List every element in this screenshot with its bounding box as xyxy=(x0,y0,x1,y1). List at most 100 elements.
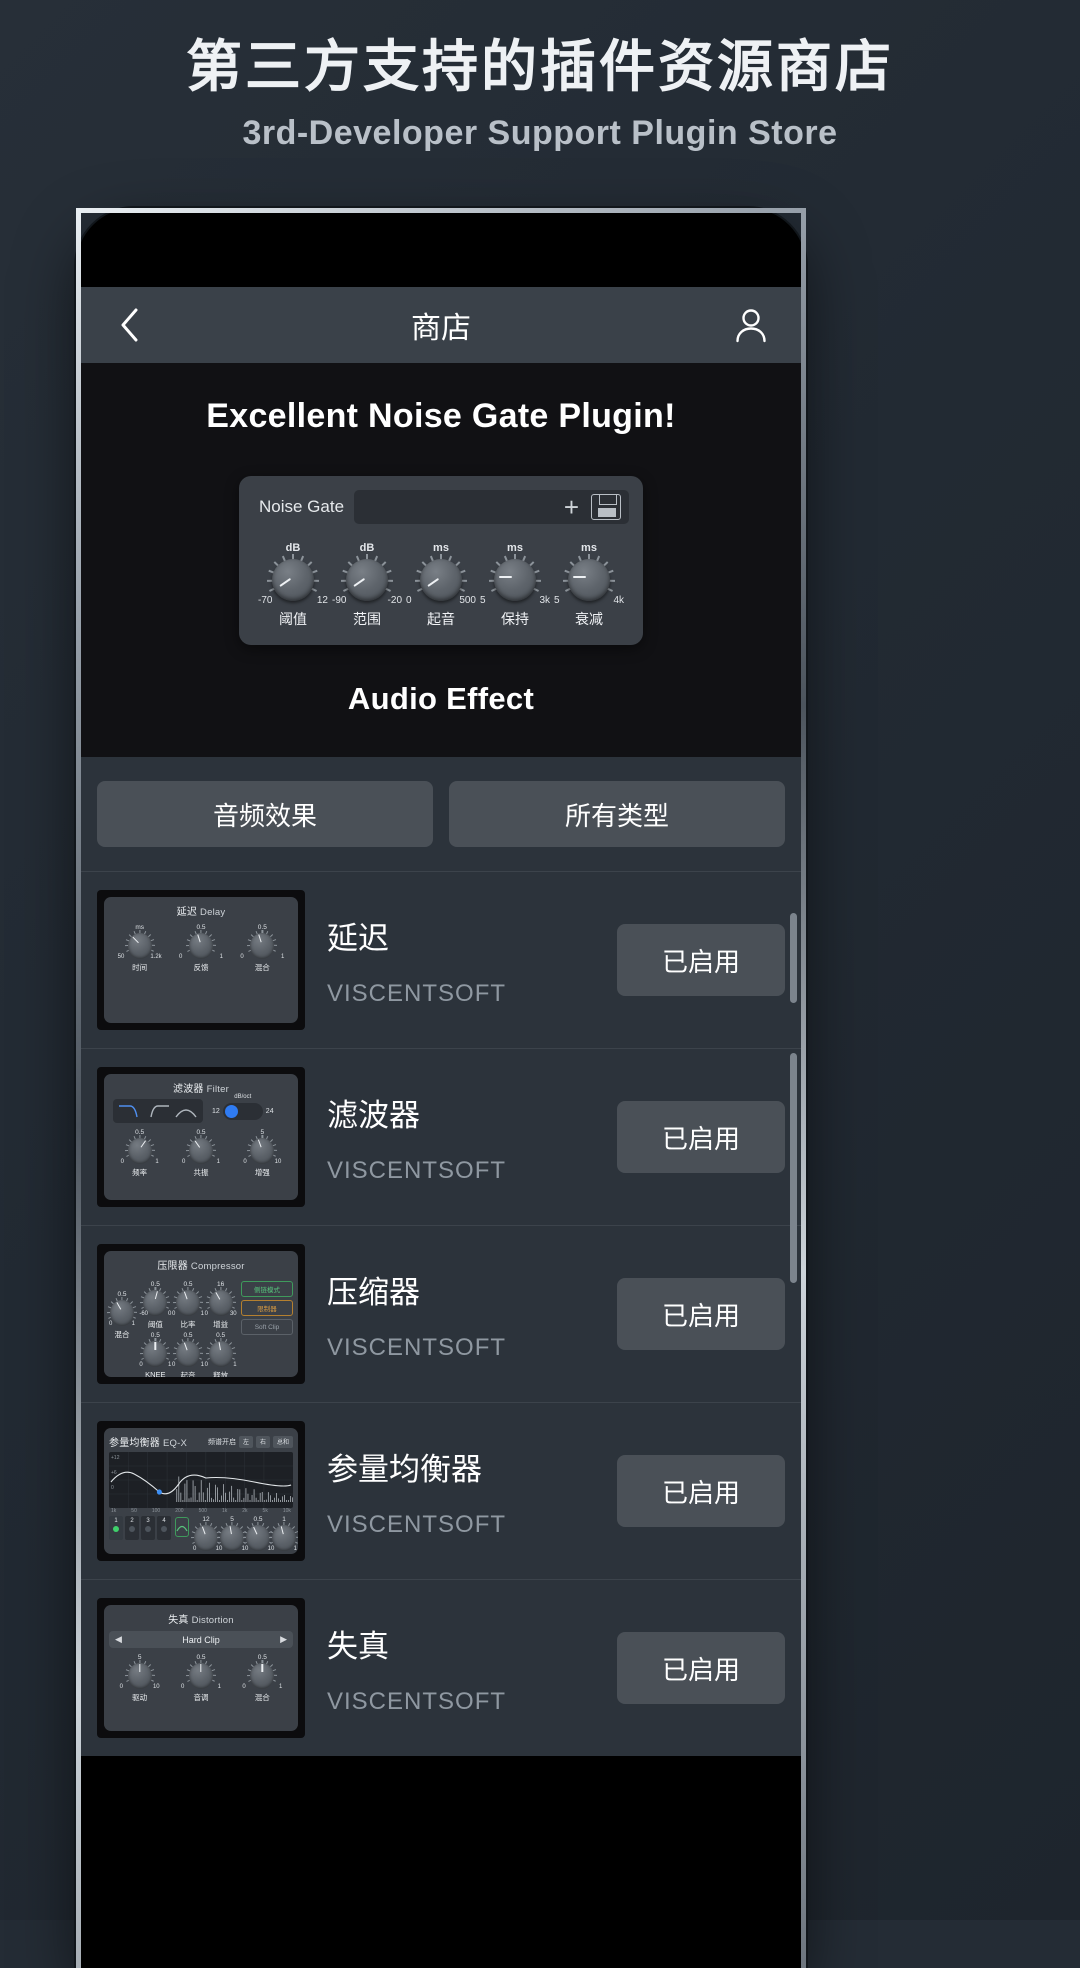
mini-knob-频率[interactable]: 0.5 0 1 频率 xyxy=(121,1129,159,1178)
mini-knob-min: 0 xyxy=(119,1684,123,1690)
mini-knob-比率[interactable]: 0.5 0 1 比率 xyxy=(172,1281,204,1330)
eq-band-1[interactable]: 1 xyxy=(109,1516,123,1540)
eq-chip-left[interactable]: 左 xyxy=(238,1435,253,1448)
mini-knob-共振[interactable]: 0.5 0 1 共振 xyxy=(182,1129,220,1178)
tab-all-types[interactable]: 所有类型 xyxy=(449,781,785,847)
eq-shape-icon[interactable] xyxy=(175,1517,189,1537)
eq-chip-sum[interactable]: 总和 xyxy=(272,1435,293,1448)
mini-knob-min: 0 xyxy=(240,954,244,960)
eq-band-3[interactable]: 3 xyxy=(141,1516,155,1540)
plugin-vendor: VISCENTSOFT xyxy=(327,1156,507,1184)
mini-knob-min: 0 xyxy=(271,1546,275,1552)
plugin-enabled-button[interactable]: 已启用 xyxy=(617,924,785,996)
arrow-left-icon[interactable]: ◀ xyxy=(115,1634,122,1645)
limiter-button[interactable]: 限制器 xyxy=(241,1300,293,1316)
highpass-icon[interactable] xyxy=(145,1102,171,1120)
knob-label: 保持 xyxy=(501,611,529,627)
plugin-name: 延迟 xyxy=(327,920,389,956)
knob-阈值[interactable]: dB -70 12 阈值 xyxy=(257,542,329,629)
distortion-mode-selector[interactable]: ◀ Hard Clip ▶ xyxy=(109,1631,293,1648)
mini-knob-混合[interactable]: 0.5 0 1 混合 xyxy=(242,1654,282,1703)
mini-knob-频率[interactable]: 12 0 1 频率 xyxy=(190,1516,222,1554)
knob-范围[interactable]: dB -90 -20 范围 xyxy=(331,542,403,629)
mini-knob-释放[interactable]: 0.5 0 1 释放 xyxy=(205,1332,237,1377)
mini-knob-art: 0 1 xyxy=(172,1338,204,1369)
eq-curve-graph[interactable]: +12 +6 0 xyxy=(109,1452,293,1508)
slope-switch[interactable] xyxy=(222,1102,263,1120)
mini-knob-art: 0 10 xyxy=(119,1660,160,1691)
mini-knob-增强[interactable]: 5 0 10 增强 xyxy=(243,1129,281,1178)
mini-knob-增益[interactable]: 5 0 1 增益 xyxy=(216,1516,248,1554)
mini-knob-反馈[interactable]: 0.5 0 1 反馈 xyxy=(179,924,223,973)
plugin-enabled-button[interactable]: 已启用 xyxy=(617,1455,785,1527)
knob-衰减[interactable]: ms 5 4k 衰减 xyxy=(553,542,625,629)
plugin-thumbnail: 延迟 Delay ms 50 1.2k 时间 0.5 0 1 反馈 0.5 0 … xyxy=(97,890,305,1030)
mini-knob-min: 0 xyxy=(245,1546,249,1552)
mini-knob-起音[interactable]: 0.5 0 1 起音 xyxy=(172,1332,204,1377)
back-button[interactable] xyxy=(107,302,153,348)
plugin-row[interactable]: 失真 Distortion ◀ Hard Clip ▶ 5 0 10 驱动 0.5 xyxy=(81,1579,801,1756)
eq-y-tick: 0 xyxy=(111,1485,114,1491)
knob-起音[interactable]: ms 0 500 起音 xyxy=(405,542,477,629)
scrollbar-thumb-upper[interactable] xyxy=(790,913,797,1003)
mini-knob-混合[interactable]: 0.5 0 1 混合 xyxy=(240,924,284,973)
mini-knob-art: 0 1 xyxy=(182,1135,220,1166)
mini-knob-max: 1 xyxy=(280,954,285,960)
plugin-enabled-button[interactable]: 已启用 xyxy=(617,1278,785,1350)
mini-knob-音调[interactable]: 0.5 0 1 音调 xyxy=(181,1654,221,1703)
bandpass-icon[interactable] xyxy=(173,1102,199,1120)
plugin-row[interactable]: 参量均衡器 EQ-X 频谱开启 左 右 总和 +12 +6 0 1k 50 10… xyxy=(81,1402,801,1579)
phone-mockup: 商店 Excellent Noise Gate Plugin! Noise Ga… xyxy=(76,208,806,1968)
mini-knob-Q[interactable]: 0.5 0 1 Q xyxy=(242,1516,274,1554)
plugin-row[interactable]: 滤波器 Filter dB/oct 12 24 0.5 0 1 频率 0.5 0… xyxy=(81,1048,801,1225)
arrow-right-icon[interactable]: ▶ xyxy=(280,1634,287,1645)
sidechain-mode-button[interactable]: 侧链模式 xyxy=(241,1281,293,1297)
mini-knob-混合[interactable]: 0.5 0 1 混合 xyxy=(106,1291,138,1340)
eq-chip-right[interactable]: 右 xyxy=(255,1435,270,1448)
eq-x-tick: 100 xyxy=(151,1508,161,1514)
soft-clip-button[interactable]: Soft Clip xyxy=(241,1319,293,1335)
tab-audio-effect[interactable]: 音频效果 xyxy=(97,781,433,847)
mini-knob-max: 1 xyxy=(233,1362,237,1368)
slope-control[interactable]: dB/oct 12 24 xyxy=(212,1094,274,1120)
mini-knob-max: 10 xyxy=(274,1159,282,1165)
mini-knob-音量[interactable]: 1 0 1 音量 xyxy=(268,1516,298,1554)
plugin-row[interactable]: 延迟 Delay ms 50 1.2k 时间 0.5 0 1 反馈 0.5 0 … xyxy=(81,871,801,1048)
knob-label: 阈值 xyxy=(279,611,307,627)
lowpass-icon[interactable] xyxy=(117,1102,143,1120)
mini-knob-驱动[interactable]: 5 0 10 驱动 xyxy=(120,1654,160,1703)
preset-bar[interactable]: + xyxy=(354,490,629,524)
user-icon xyxy=(736,309,766,343)
mini-knob-时间[interactable]: ms 50 1.2k 时间 xyxy=(118,924,162,973)
plugin-row[interactable]: 压限器 Compressor 0.5 0 1 混合 0.5 -60 0 阈值 0… xyxy=(81,1225,801,1402)
filter-shape-group[interactable] xyxy=(113,1099,203,1123)
mini-knob-min: 0 xyxy=(193,1546,197,1552)
save-icon[interactable] xyxy=(591,494,621,520)
plus-icon[interactable]: + xyxy=(560,494,583,520)
mini-knob-增益[interactable]: 16 0 30 增益 xyxy=(205,1281,237,1330)
plugin-enabled-button[interactable]: 已启用 xyxy=(617,1101,785,1173)
eq-bottom-controls: 1234 12 0 1 频率 5 xyxy=(109,1516,298,1554)
eq-band-2[interactable]: 2 xyxy=(125,1516,139,1540)
hero-footline: Audio Effect xyxy=(347,681,535,716)
noise-gate-knobs: dB -70 12 阈值 dB -90 -20 范围 ms 0 500 起音 m… xyxy=(253,542,629,629)
account-button[interactable] xyxy=(727,301,775,349)
mini-knob-label: 混合 xyxy=(114,1330,130,1339)
mini-knob-art: 0 30 xyxy=(205,1287,237,1318)
scrollbar-thumb-lower[interactable] xyxy=(790,1053,797,1283)
mini-knob-label: 驱动 xyxy=(132,1693,148,1702)
eq-band-4[interactable]: 4 xyxy=(157,1516,171,1540)
plugin-enabled-button[interactable]: 已启用 xyxy=(617,1632,785,1704)
knob-dial-art: -70 12 xyxy=(257,554,329,606)
mini-knob-阈值[interactable]: 0.5 -60 0 阈值 xyxy=(139,1281,171,1330)
mini-knob-max: 1 xyxy=(167,1362,172,1368)
knob-保持[interactable]: ms 5 3k 保持 xyxy=(479,542,551,629)
mini-knob-max: 1 xyxy=(217,1684,221,1690)
thumb-title: 参量均衡器 EQ-X xyxy=(109,1438,188,1449)
mini-knob-max: 10 xyxy=(152,1684,160,1690)
mini-knob-label: 共振 xyxy=(193,1168,209,1177)
mini-knob-max: 1 xyxy=(200,1362,204,1368)
hero-banner: Excellent Noise Gate Plugin! Noise Gate … xyxy=(81,363,801,757)
eq-x-tick: 1k xyxy=(111,1508,117,1514)
mini-knob-KNEE[interactable]: 0.5 0 1 KNEE xyxy=(139,1332,171,1377)
